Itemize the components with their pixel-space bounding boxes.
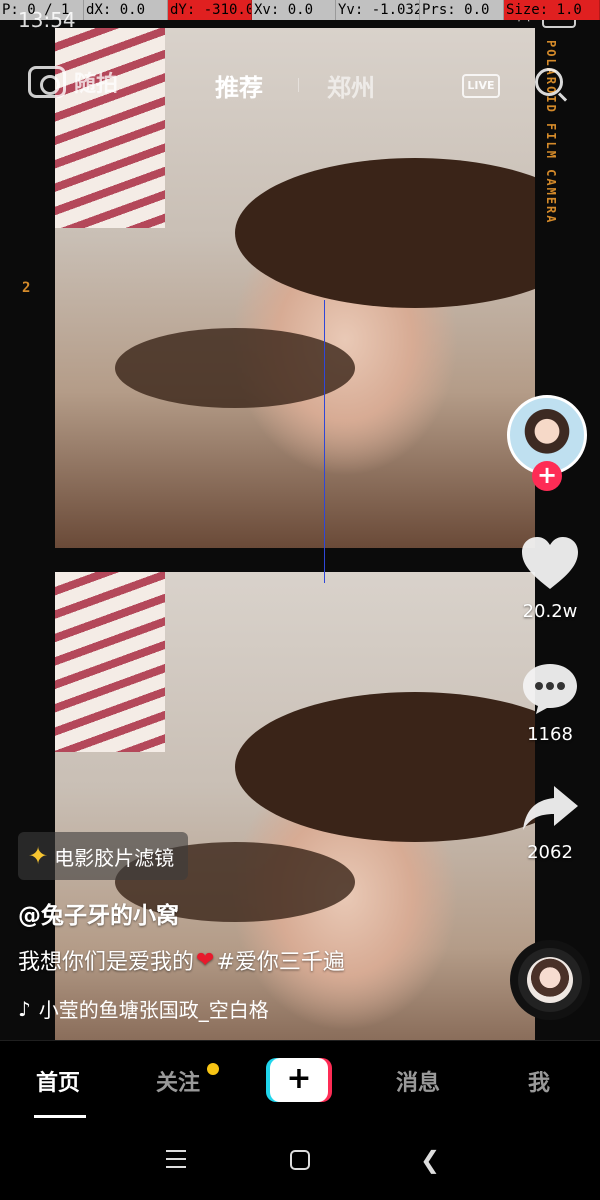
- music-cover: [527, 957, 573, 1003]
- film-frame-number: 2: [22, 280, 31, 296]
- camera-icon: [28, 66, 66, 98]
- home-icon[interactable]: [290, 1150, 310, 1170]
- bottom-tab-bar: 首页 关注 + 消息 我: [0, 1040, 600, 1120]
- touch-pointer-line: [324, 300, 325, 583]
- plus-icon: +: [270, 1058, 328, 1102]
- music-info[interactable]: ♪ 小莹的鱼塘张国政_空白格: [18, 994, 269, 1023]
- create-button[interactable]: +: [266, 1058, 332, 1102]
- debug-dy: dY: -310.0: [168, 0, 252, 20]
- filter-label: 电影胶片滤镜: [54, 845, 175, 870]
- author-name[interactable]: @兔子牙的小窝: [18, 896, 179, 930]
- hair: [235, 692, 535, 842]
- tab-me[interactable]: 我: [528, 1065, 550, 1097]
- post-caption: 我想你们是爱我的 ❤ #爱你三千遍: [18, 944, 345, 976]
- author-avatar-button[interactable]: +: [507, 395, 589, 491]
- top-nav: 随拍 推荐 郑州 LIVE: [0, 60, 600, 110]
- tab-home[interactable]: 首页: [36, 1065, 80, 1097]
- tab-local[interactable]: 郑州: [327, 68, 375, 103]
- hair: [235, 158, 535, 308]
- system-navigation-bar: ❮: [0, 1120, 600, 1200]
- pointer-debug-bar: P: 0 / 1 dX: 0.0 dY: -310.0 Xv: 0.0 Yv: …: [0, 0, 600, 20]
- caption-text: 我想你们是爱我的: [18, 950, 195, 975]
- magic-wand-icon: ✦: [28, 842, 49, 870]
- notification-dot: [207, 1063, 219, 1075]
- heart-emoji-icon: ❤: [196, 947, 215, 973]
- tab-active-indicator: [34, 1115, 86, 1118]
- striped-shirt: [55, 572, 165, 752]
- share-count: 2062: [527, 842, 573, 863]
- like-count: 20.2w: [522, 601, 578, 622]
- debug-xv: Xv: 0.0: [252, 0, 336, 20]
- live-button[interactable]: LIVE: [462, 68, 500, 100]
- filter-tag[interactable]: ✦ 电影胶片滤镜: [18, 832, 189, 880]
- camera-button[interactable]: 随拍: [28, 66, 118, 98]
- debug-pointer: P: 0 / 1: [0, 0, 84, 20]
- hair: [115, 328, 355, 408]
- tab-divider: [298, 78, 299, 92]
- music-title: 小莹的鱼塘张国政_空白格: [38, 998, 269, 1022]
- music-disc-button[interactable]: [510, 940, 590, 1020]
- live-icon: LIVE: [462, 74, 500, 98]
- like-button[interactable]: 20.2w: [515, 535, 585, 622]
- comment-icon: [523, 664, 577, 714]
- debug-yv: Yv: -1.032: [338, 0, 420, 20]
- recent-apps-icon[interactable]: [166, 1150, 186, 1168]
- heart-icon: [522, 537, 578, 589]
- camera-label: 随拍: [74, 72, 119, 97]
- debug-prs: Prs: 0.0: [420, 0, 504, 20]
- tab-recommend[interactable]: 推荐: [215, 68, 263, 103]
- striped-shirt: [55, 28, 165, 228]
- debug-dx: dX: 0.0: [84, 0, 168, 20]
- follow-plus-button[interactable]: +: [532, 461, 562, 491]
- share-icon: [523, 786, 578, 830]
- back-icon[interactable]: ❮: [420, 1148, 440, 1172]
- share-button[interactable]: 2062: [515, 782, 585, 863]
- debug-size: Size: 1.0: [504, 0, 600, 20]
- search-button[interactable]: [535, 68, 569, 102]
- caption-hashtag[interactable]: #爱你三千遍: [216, 944, 344, 976]
- tab-follow[interactable]: 关注: [156, 1065, 200, 1097]
- tab-messages[interactable]: 消息: [396, 1065, 440, 1097]
- comment-button[interactable]: 1168: [515, 660, 585, 745]
- music-note-icon: ♪: [18, 996, 31, 1021]
- comment-count: 1168: [527, 724, 573, 745]
